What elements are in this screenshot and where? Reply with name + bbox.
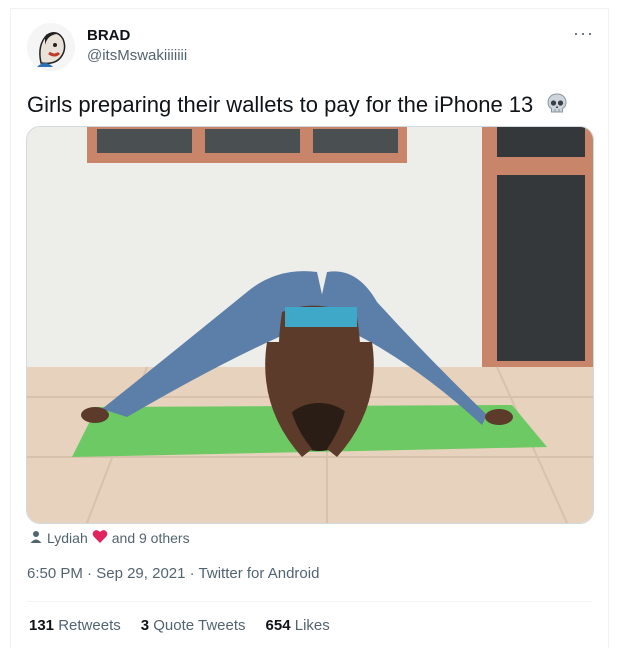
likes-count: 654 [265,617,291,634]
retweets-stat[interactable]: 131 Retweets [29,617,121,634]
divider [27,601,592,602]
more-options-icon[interactable]: ··· [573,23,594,44]
tweet-date[interactable]: Sep 29, 2021 [96,565,185,582]
likes-label: Likes [294,617,330,634]
author-name[interactable]: BRAD [87,27,130,44]
skull-icon [545,92,569,123]
red-heart-icon [92,529,108,547]
retweets-label: Retweets [58,617,121,634]
avatar[interactable] [27,23,75,71]
tagged-people[interactable]: Lydiah and 9 others [29,529,190,547]
tweet-meta: 6:50 PM · Sep 29, 2021 · Twitter for And… [27,565,319,582]
likes-stat[interactable]: 654 Likes [266,617,330,634]
tweet-client[interactable]: Twitter for Android [199,565,320,582]
quotes-label: Quote Tweets [153,617,246,634]
tagged-others[interactable]: and 9 others [112,530,190,546]
tweet-text: Girls preparing their wallets to pay for… [27,91,569,123]
tweet-text-content: Girls preparing their wallets to pay for… [27,92,534,117]
meta-separator: · [87,565,93,582]
quote-tweets-stat[interactable]: 3 Quote Tweets [141,617,246,634]
yoga-photo-image [27,127,593,523]
tweet-stats: 131 Retweets 3 Quote Tweets 654 Likes [29,617,330,634]
author-handle[interactable]: @itsMswakiiiiiii [87,47,187,64]
meta-separator: · [189,565,195,582]
tagged-person-name[interactable]: Lydiah [47,530,88,546]
avatar-portrait-icon [27,23,75,71]
tweet-photo[interactable] [26,126,594,524]
tweet-time[interactable]: 6:50 PM [27,565,83,582]
retweets-count: 131 [29,617,55,634]
person-icon [29,530,43,547]
quotes-count: 3 [140,617,150,634]
tweet-card: BRAD @itsMswakiiiiiii ··· Girls preparin… [10,8,609,648]
